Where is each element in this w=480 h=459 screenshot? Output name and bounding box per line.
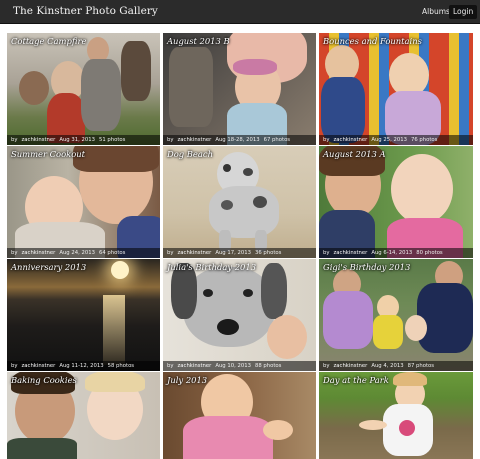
album-meta: by zachkinstner Aug 18-28, 2013 67 photos [163, 135, 316, 145]
album-meta: by zachkinstner Aug 31, 2013 51 photos [7, 135, 160, 145]
site-title[interactable]: The Kinstner Photo Gallery [13, 5, 158, 17]
album-tile-july-2013[interactable]: July 2013 [163, 372, 316, 459]
album-title: August 2013 A [323, 149, 386, 159]
album-cover-photo [319, 259, 473, 371]
album-tile-bounces-and-fountains[interactable]: Bounces and Fountains by zachkinstner Aug … [319, 33, 473, 145]
album-meta: by zachkinstner Aug 25, 2013 76 photos [319, 135, 473, 145]
album-cover-photo [319, 33, 473, 145]
album-meta: by zachkinstner Aug 10, 2013 88 photos [163, 361, 316, 371]
album-title: Dog Beach [167, 149, 213, 159]
album-photo-count: 36 photos [254, 250, 282, 256]
album-tile-august-2013-b[interactable]: August 2013 B by zachkinstner Aug 18-28, 2… [163, 33, 316, 145]
album-title: Baking Cookies [11, 375, 77, 385]
album-cover-photo [7, 146, 160, 258]
album-author[interactable]: zachkinstner [178, 363, 212, 369]
album-date: Aug 25, 2013 [371, 137, 407, 143]
album-photo-count: 67 photos [263, 137, 291, 143]
album-cover-photo [319, 146, 473, 258]
album-photo-count: 87 photos [407, 363, 435, 369]
album-author[interactable]: zachkinstner [334, 137, 368, 143]
album-cover-photo [163, 259, 316, 371]
album-tile-cottage-campfire[interactable]: Cottage Campfire by zachkinstner Aug 31, 2… [7, 33, 160, 145]
album-tile-day-at-the-park[interactable]: Day at the Park [319, 372, 473, 459]
album-cover-photo [163, 33, 316, 145]
album-date: Aug 4, 2013 [371, 363, 404, 369]
album-date: Aug 6-14, 2013 [371, 250, 413, 256]
album-date: Aug 10, 2013 [215, 363, 251, 369]
album-title: Anniversary 2013 [11, 262, 87, 272]
album-tile-baking-cookies[interactable]: Baking Cookies [7, 372, 160, 459]
album-tile-gigis-birthday-2013[interactable]: Gigi's Birthday 2013 by zachkinstner Aug 4… [319, 259, 473, 371]
album-tile-summer-cookout[interactable]: Summer Cookout by zachkinstner Aug 24, 201… [7, 146, 160, 258]
album-photo-count: 58 photos [107, 363, 135, 369]
album-tile-anniversary-2013[interactable]: Anniversary 2013 by zachkinstner Aug 11-12… [7, 259, 160, 371]
album-meta: by zachkinstner Aug 4, 2013 87 photos [319, 361, 473, 371]
album-author-prefix: by [11, 137, 18, 143]
album-cover-photo [319, 372, 473, 459]
album-meta: by zachkinstner Aug 6-14, 2013 80 photos [319, 248, 473, 258]
album-title: Julia's Birthday 2013 [167, 262, 257, 272]
album-photo-count: 88 photos [254, 363, 282, 369]
album-author[interactable]: zachkinstner [22, 363, 56, 369]
album-title: August 2013 B [167, 36, 230, 46]
album-cover-photo [163, 372, 316, 459]
album-date: Aug 11-12, 2013 [59, 363, 104, 369]
album-photo-count: 64 photos [98, 250, 126, 256]
album-date: Aug 17, 2013 [215, 250, 251, 256]
album-title: Day at the Park [323, 375, 389, 385]
album-cover-photo [7, 372, 160, 459]
album-author[interactable]: zachkinstner [22, 137, 56, 143]
album-tile-august-2013-a[interactable]: August 2013 A by zachkinstner Aug 6-14, 20… [319, 146, 473, 258]
album-cover-photo [163, 146, 316, 258]
top-navbar: The Kinstner Photo Gallery Albums Login [0, 0, 480, 24]
album-tile-dog-beach[interactable]: Dog Beach by zachkinstner Aug 17, 2013 36 p… [163, 146, 316, 258]
album-author[interactable]: zachkinstner [22, 250, 56, 256]
album-title: Cottage Campfire [11, 36, 87, 46]
album-author[interactable]: zachkinstner [178, 137, 212, 143]
album-title: Gigi's Birthday 2013 [323, 262, 411, 272]
album-date: Aug 24, 2013 [59, 250, 95, 256]
album-meta: by zachkinstner Aug 17, 2013 36 photos [163, 248, 316, 258]
album-author[interactable]: zachkinstner [178, 250, 212, 256]
album-title: July 2013 [167, 375, 208, 385]
album-date: Aug 31, 2013 [59, 137, 95, 143]
album-photo-count: 51 photos [98, 137, 126, 143]
album-photo-count: 80 photos [416, 250, 443, 256]
album-author[interactable]: zachkinstner [334, 250, 368, 256]
album-title: Summer Cookout [11, 149, 86, 159]
album-cover-photo [7, 259, 160, 371]
album-title: Bounces and Fountains [323, 36, 422, 46]
album-date: Aug 18-28, 2013 [215, 137, 260, 143]
album-meta: by zachkinstner Aug 24, 2013 64 photos [7, 248, 160, 258]
album-author[interactable]: zachkinstner [334, 363, 368, 369]
album-grid: Cottage Campfire by zachkinstner Aug 31, 2… [7, 33, 473, 459]
nav-login-button[interactable]: Login [449, 5, 478, 19]
album-meta: by zachkinstner Aug 11-12, 2013 58 photos [7, 361, 160, 371]
album-tile-julias-birthday-2013[interactable]: Julia's Birthday 2013 by zachkinstner Aug … [163, 259, 316, 371]
album-cover-photo [7, 33, 160, 145]
album-photo-count: 76 photos [410, 137, 438, 143]
